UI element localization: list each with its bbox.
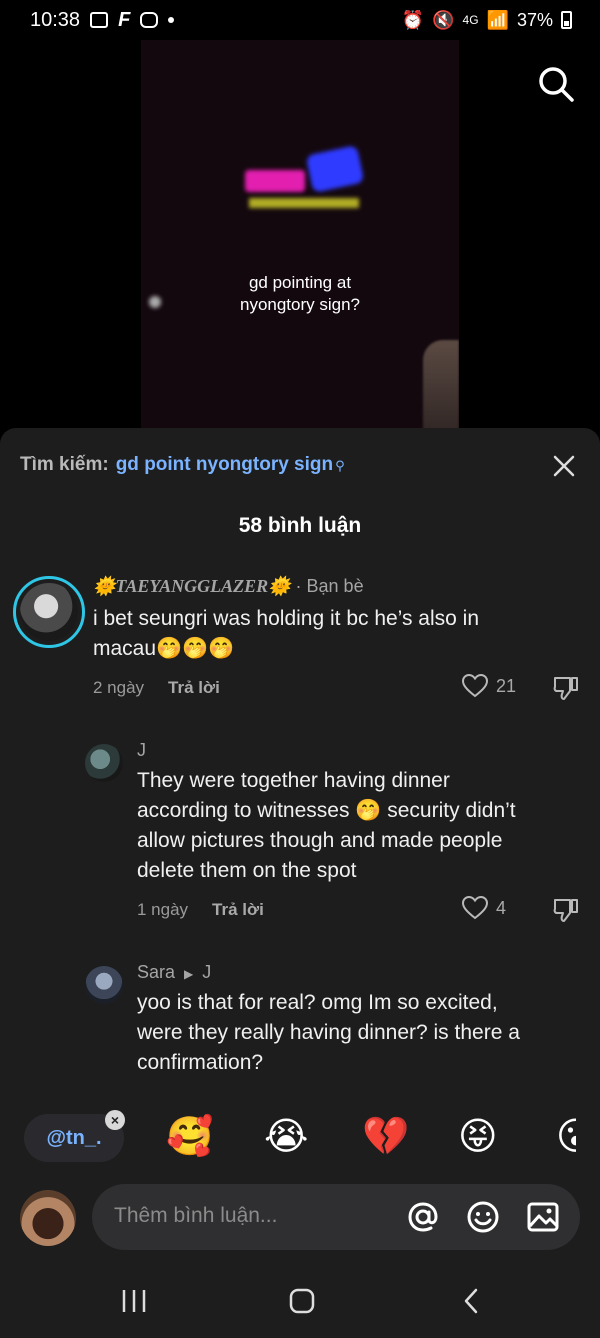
system-nav-bar xyxy=(0,1264,600,1338)
video-player[interactable]: gd pointing at nyongtory sign? xyxy=(141,40,459,440)
comment-username[interactable]: 🌞TAEYANGGLAZER🌞 xyxy=(93,576,291,596)
comment-time: 2 ngày xyxy=(93,678,145,697)
search-small-icon: ⚲ xyxy=(335,458,345,473)
comment-text-line: yoo is that for real? omg Im so excited, xyxy=(137,991,498,1014)
comment-text-line: allow pictures though and made people xyxy=(137,829,503,852)
my-avatar xyxy=(20,1190,76,1246)
heart-icon xyxy=(462,896,488,920)
emoji-tongue[interactable]: 😝 xyxy=(458,1112,498,1162)
avatar[interactable] xyxy=(13,576,85,648)
dislike-icon[interactable] xyxy=(552,674,580,702)
status-time: 10:38 xyxy=(30,8,81,31)
comment-username-row[interactable]: 🌞TAEYANGGLAZER🌞 · Bạn bè xyxy=(93,576,364,597)
caption-line: nyongtory sign? xyxy=(239,295,361,314)
emoji-crying[interactable]: 😭 xyxy=(264,1112,308,1162)
video-light-blue xyxy=(305,145,365,193)
home-icon[interactable] xyxy=(288,1288,316,1314)
more-notifications-icon xyxy=(168,17,175,23)
comment-count: 58 bình luận xyxy=(238,514,362,537)
alarm-icon: ⏰ xyxy=(401,9,425,30)
mute-icon: 🔇 xyxy=(432,9,455,30)
emoji-broken-heart[interactable]: 💔 xyxy=(362,1112,409,1162)
heart-icon xyxy=(462,674,488,698)
video-person xyxy=(423,340,459,440)
facebook-notification-icon: F xyxy=(118,8,131,31)
search-icon[interactable] xyxy=(536,64,576,104)
comment-text-line: i bet seungri was holding it bc he’s als… xyxy=(93,607,480,630)
network-label: 4G xyxy=(462,13,479,27)
dislike-icon[interactable] xyxy=(552,896,580,924)
comment-text: i bet seungri was holding it bc he’s als… xyxy=(93,604,479,664)
game-notification-icon xyxy=(140,12,159,28)
gallery-notification-icon xyxy=(90,12,109,28)
comment-text-line: confirmation? xyxy=(137,1051,264,1074)
related-search[interactable]: Tìm kiếm: gd point nyongtory sign ⚲ xyxy=(20,454,345,476)
signal-icon: 📶 xyxy=(486,9,509,30)
like-button[interactable]: 21 xyxy=(462,674,516,698)
comment-meta: 2 ngày Trả lời xyxy=(93,678,220,698)
related-search-label: Tìm kiếm: xyxy=(20,454,109,475)
comment-username[interactable]: Sara xyxy=(137,962,175,982)
comment-text-line: were they really having dinner? is there… xyxy=(137,1021,520,1044)
recents-icon[interactable] xyxy=(120,1288,148,1314)
at-icon[interactable] xyxy=(406,1200,440,1234)
reply-button[interactable]: Trả lời xyxy=(212,900,264,920)
comment-text-line: delete them on the spot xyxy=(137,859,357,882)
avatar[interactable] xyxy=(85,744,123,782)
like-button[interactable]: 4 xyxy=(462,896,506,920)
comment-text-line: according to witnesses 🤭 security didn’t xyxy=(137,799,516,822)
reply-arrow-icon: ▶ xyxy=(184,967,194,981)
avatar[interactable] xyxy=(85,966,123,1004)
like-count: 4 xyxy=(496,897,507,918)
battery-icon xyxy=(561,11,572,29)
video-caption: gd pointing at nyongtory sign? xyxy=(141,272,459,316)
close-icon[interactable] xyxy=(550,452,578,480)
video-light-yellow xyxy=(249,198,359,208)
comment-username[interactable]: J xyxy=(137,740,146,761)
image-icon[interactable] xyxy=(526,1200,560,1234)
comment-input[interactable]: Thêm bình luận... xyxy=(92,1184,580,1250)
comment-text-line: They were together having dinner xyxy=(137,769,450,792)
emoji-surprised[interactable]: 😮 xyxy=(556,1112,576,1162)
caption-line: gd pointing at xyxy=(248,273,352,292)
reply-button[interactable]: Trả lời xyxy=(168,678,220,698)
comment-time: 1 ngày xyxy=(137,900,189,919)
reply-to-username[interactable]: J xyxy=(202,962,211,982)
comment-text: They were together having dinner accordi… xyxy=(137,766,516,886)
comment-text-line: macau🤭🤭🤭 xyxy=(93,637,235,660)
status-bar: 10:38 F ⏰ 🔇 4G 📶 37% xyxy=(0,0,600,40)
close-chip-icon[interactable]: × xyxy=(105,1110,125,1130)
related-search-query[interactable]: gd point nyongtory sign xyxy=(116,454,333,476)
comment-input-placeholder: Thêm bình luận... xyxy=(114,1204,278,1227)
comment-username-row[interactable]: Sara ▶ J xyxy=(137,962,211,983)
smiley-icon[interactable] xyxy=(466,1200,500,1234)
back-icon[interactable] xyxy=(458,1288,486,1314)
emoji-smiling-hearts[interactable]: 🥰 xyxy=(166,1112,213,1162)
battery-level: 37% xyxy=(516,9,553,30)
comment-text: yoo is that for real? omg Im so excited,… xyxy=(137,988,520,1078)
comment-input-row: Thêm bình luận... xyxy=(0,1170,600,1264)
comment-meta: 1 ngày Trả lời xyxy=(137,900,264,920)
like-count: 21 xyxy=(496,675,517,696)
video-light-pink xyxy=(245,170,305,192)
friend-tag: · Bạn bè xyxy=(295,576,364,596)
